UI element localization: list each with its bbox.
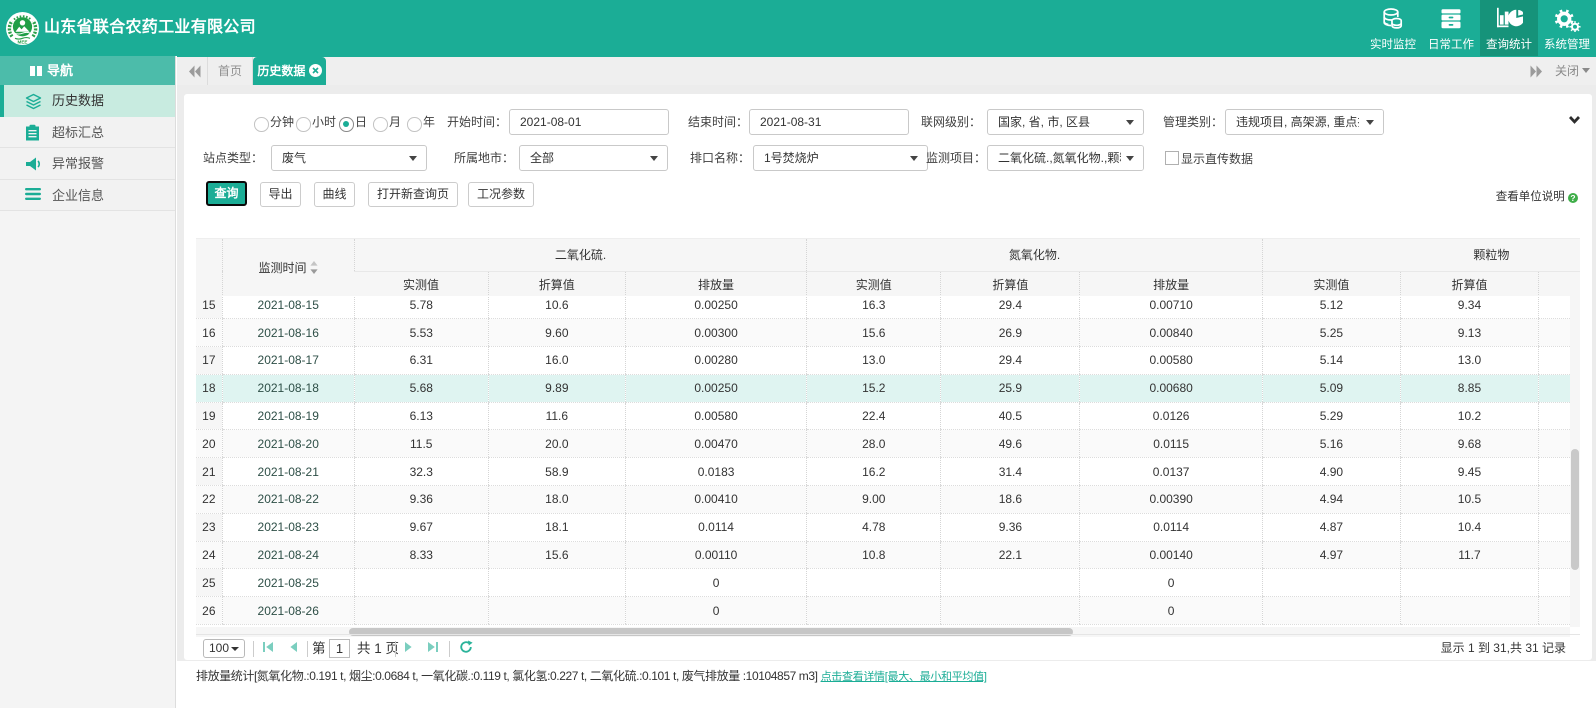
- svg-text:MEE: MEE: [18, 39, 28, 44]
